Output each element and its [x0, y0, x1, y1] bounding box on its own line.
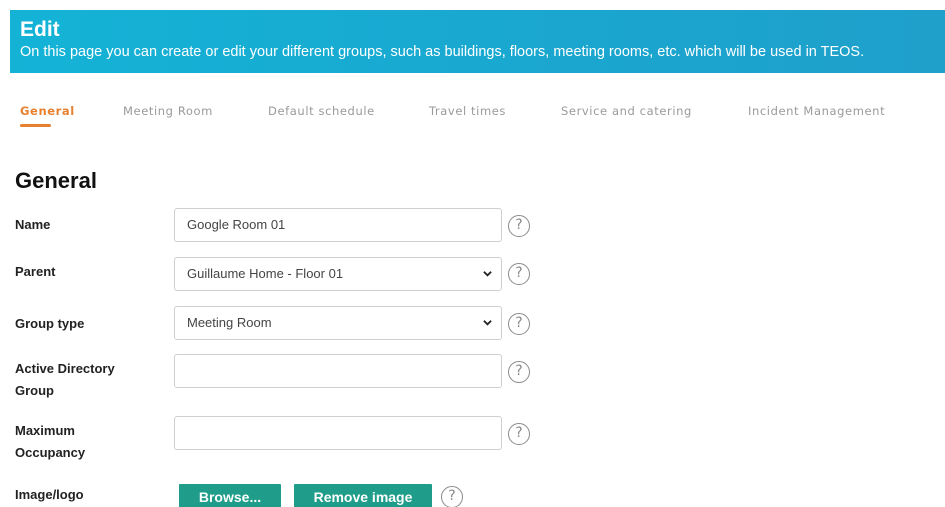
group-type-help-icon[interactable]: ? — [508, 313, 530, 335]
ad-group-label-line1: Active Directory — [15, 361, 115, 376]
section-title: General — [15, 168, 97, 193]
chevron-down-icon — [483, 271, 492, 277]
parent-label: Parent — [15, 264, 56, 279]
tab-default-schedule[interactable]: Default schedule — [268, 104, 375, 118]
group-type-selected-value: Meeting Room — [187, 315, 272, 330]
browse-button[interactable]: Browse... — [179, 484, 281, 507]
ad-group-label: Active Directory Group — [15, 358, 115, 402]
tab-travel-times[interactable]: Travel times — [429, 104, 506, 118]
max-occupancy-label-line1: Maximum — [15, 423, 75, 438]
name-input[interactable]: Google Room 01 — [174, 208, 502, 242]
group-type-label: Group type — [15, 316, 85, 331]
parent-select[interactable]: Guillaume Home - Floor 01 — [174, 257, 502, 291]
ad-group-label-line2: Group — [15, 383, 54, 398]
tab-incident-management[interactable]: Incident Management — [748, 104, 885, 118]
tab-label: General — [20, 104, 75, 118]
max-occupancy-input[interactable] — [174, 416, 502, 450]
parent-selected-value: Guillaume Home - Floor 01 — [187, 266, 344, 281]
group-type-select[interactable]: Meeting Room — [174, 306, 502, 340]
ad-group-input[interactable] — [174, 354, 502, 388]
chevron-down-icon — [483, 320, 492, 326]
active-tab-indicator — [20, 124, 51, 127]
page-header-banner: Edit On this page you can create or edit… — [10, 10, 945, 73]
max-occupancy-help-icon[interactable]: ? — [508, 423, 530, 445]
ad-group-help-icon[interactable]: ? — [508, 361, 530, 383]
max-occupancy-label: Maximum Occupancy — [15, 420, 85, 464]
tab-meeting-room[interactable]: Meeting Room — [123, 104, 213, 118]
page-title: Edit — [20, 18, 60, 41]
image-help-icon[interactable]: ? — [441, 486, 463, 507]
name-label: Name — [15, 217, 51, 232]
remove-image-button[interactable]: Remove image — [294, 484, 432, 507]
name-help-icon[interactable]: ? — [508, 215, 530, 237]
image-logo-label: Image/logo — [15, 487, 84, 502]
tab-service-and-catering[interactable]: Service and catering — [561, 104, 692, 118]
tab-general[interactable]: General — [20, 104, 75, 127]
page-description: On this page you can create or edit your… — [20, 44, 865, 60]
parent-help-icon[interactable]: ? — [508, 263, 530, 285]
max-occupancy-label-line2: Occupancy — [15, 445, 86, 460]
